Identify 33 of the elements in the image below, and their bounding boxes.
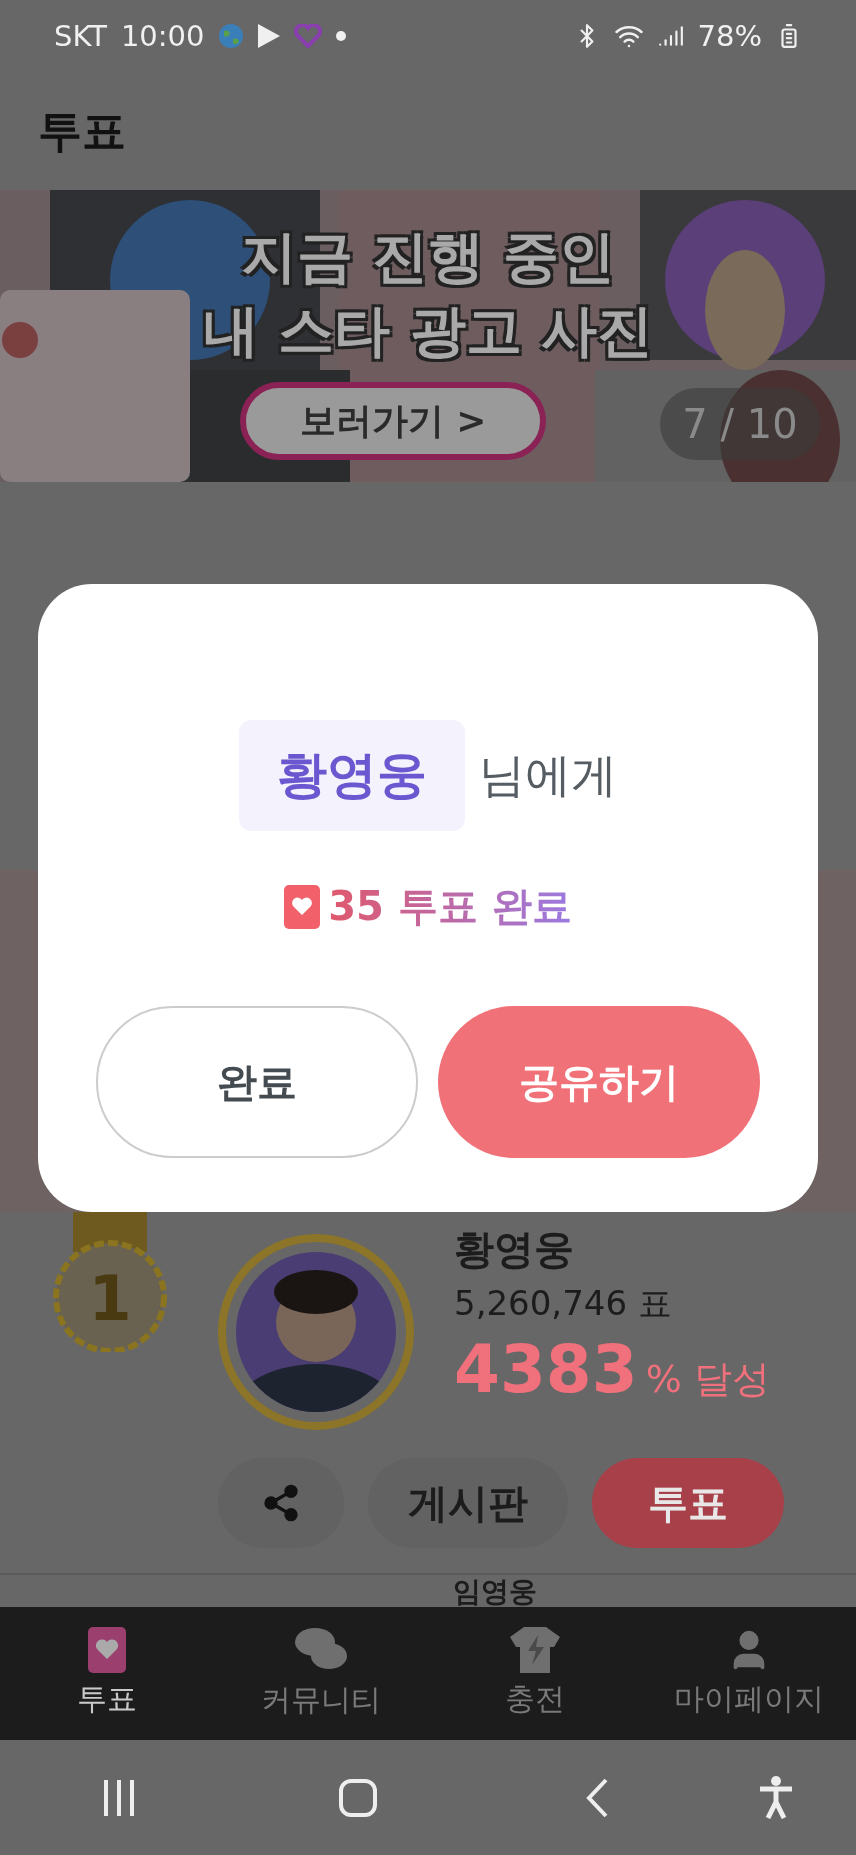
dot-icon <box>336 31 347 41</box>
achievement-label: % 달성 <box>645 1356 770 1403</box>
slide-counter: 7 / 10 <box>660 388 820 460</box>
carrier: SKT <box>54 19 107 53</box>
signal-icon <box>657 23 684 49</box>
candidate-name: 황영웅 <box>454 1225 575 1274</box>
recipient-suffix: 님에게 <box>479 746 617 804</box>
vote-count: 5,260,746 표 <box>454 1282 673 1325</box>
play-icon <box>258 24 281 48</box>
board-button[interactable]: 게시판 <box>368 1458 568 1548</box>
clock: 10:00 <box>120 19 205 53</box>
nav-tab[interactable]: 충전 <box>428 1607 642 1740</box>
recipient-name: 황영웅 <box>239 720 465 831</box>
achievement-percent: 4383 <box>454 1331 638 1408</box>
view-button[interactable]: 보러가기 > <box>240 382 546 460</box>
accessibility-icon[interactable] <box>758 1775 795 1820</box>
nav-tab[interactable]: 마이페이지 <box>642 1607 856 1740</box>
battery-percent: 78% <box>697 19 762 53</box>
nav-tab[interactable]: 투표 <box>0 1607 214 1740</box>
candidate-name: 임영웅 <box>453 1574 537 1610</box>
back-icon[interactable] <box>585 1777 610 1818</box>
home-icon[interactable] <box>338 1777 379 1818</box>
recent-apps-icon[interactable] <box>102 1777 137 1818</box>
share-button[interactable]: 공유하기 <box>438 1006 760 1158</box>
vote-button[interactable]: 투표 <box>592 1458 784 1548</box>
heart-card-icon <box>88 1627 126 1673</box>
done-button[interactable]: 완료 <box>96 1006 418 1158</box>
globe-icon <box>218 23 245 49</box>
page-title: 투표 <box>38 103 126 158</box>
share-icon <box>261 1483 301 1523</box>
shirt-bolt-icon <box>510 1627 560 1673</box>
nav-tab[interactable]: 커뮤니티 <box>214 1607 428 1740</box>
heart-logo-icon <box>294 24 323 48</box>
